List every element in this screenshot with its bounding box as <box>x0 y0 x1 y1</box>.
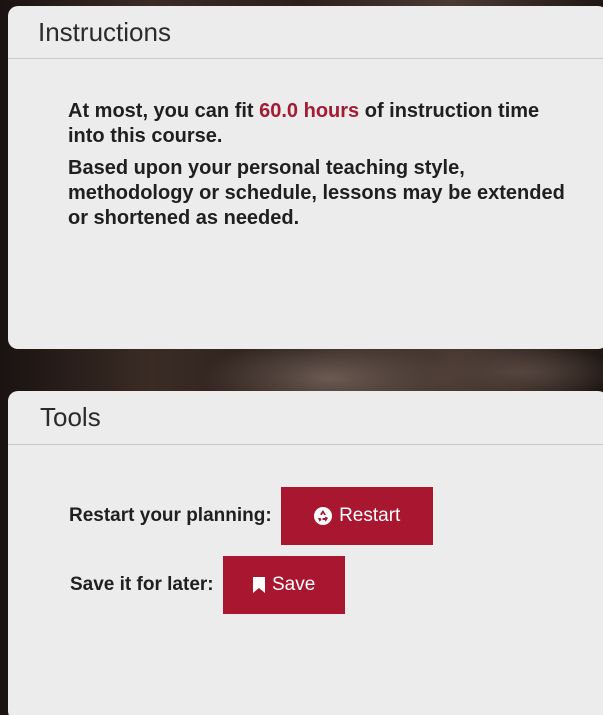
save-button-label: Save <box>271 574 316 595</box>
tools-title: Tools <box>8 391 603 445</box>
hours-value: 60.0 hours <box>259 100 360 122</box>
instructions-hours-text: At most, you can fit 60.0 hours of instr… <box>68 99 578 149</box>
bookmark-icon <box>252 576 266 594</box>
save-label: Save it for later: <box>70 574 214 595</box>
instructions-flexibility-text: Based upon your personal teaching style,… <box>68 157 565 229</box>
restart-row: Restart your planning: Restart <box>69 487 433 545</box>
instructions-body: At most, you can fit 60.0 hours of instr… <box>8 59 603 231</box>
instructions-title: Instructions <box>8 6 603 59</box>
restart-button-label: Restart <box>339 505 401 526</box>
tools-panel: Tools Restart your planning: Restart Sav… <box>8 391 603 715</box>
restart-label: Restart your planning: <box>69 505 272 526</box>
instructions-panel: Instructions At most, you can fit 60.0 h… <box>8 6 603 349</box>
save-row: Save it for later: Save <box>70 556 345 614</box>
restart-button[interactable]: Restart <box>280 487 433 545</box>
save-button[interactable]: Save <box>222 556 345 614</box>
recycle-icon <box>313 506 333 526</box>
hours-prefix: At most, you can fit <box>68 100 260 122</box>
